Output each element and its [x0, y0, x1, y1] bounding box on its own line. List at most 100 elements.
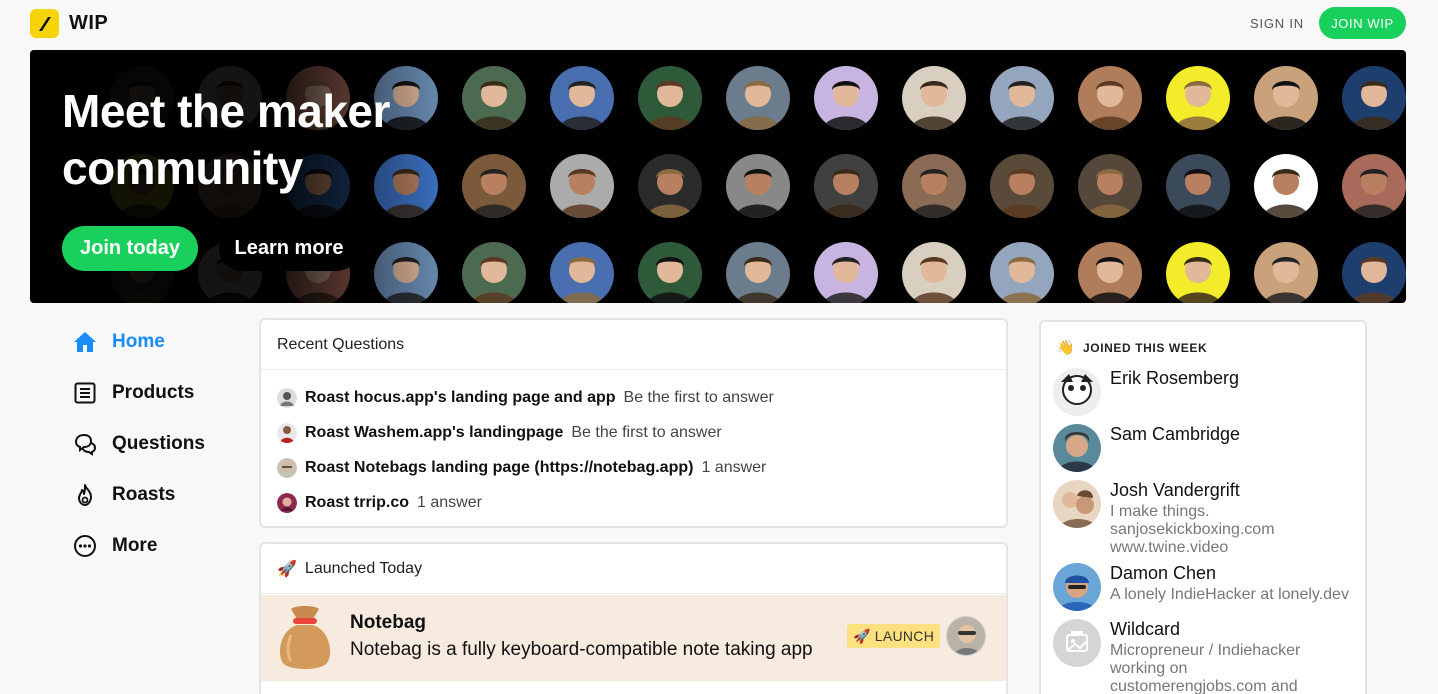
sidebar-item-more[interactable]: More — [72, 530, 242, 562]
maker-avatar[interactable] — [990, 154, 1054, 218]
user-name[interactable]: Damon Chen — [1110, 563, 1216, 584]
avatar — [1053, 480, 1101, 528]
sign-in-link[interactable]: SIGN IN — [1250, 16, 1304, 31]
sidebar-item-label: Roasts — [112, 484, 176, 505]
avatar — [1053, 424, 1101, 472]
user-name[interactable]: Josh Vandergrift — [1110, 480, 1240, 501]
avatar[interactable] — [946, 616, 986, 656]
maker-avatar[interactable] — [550, 66, 614, 130]
maker-avatar[interactable] — [1254, 242, 1318, 303]
product-description: Notebag is a fully keyboard-compatible n… — [350, 639, 813, 660]
user-name[interactable]: Wildcard — [1110, 619, 1180, 640]
maker-avatar[interactable] — [1254, 154, 1318, 218]
user-bio-line: Micropreneur / Indiehacker — [1110, 642, 1301, 659]
list-item[interactable]: Roast Notebags landing page (https://not… — [261, 450, 1006, 485]
sidebar-item-label: Questions — [112, 433, 205, 454]
maker-avatar[interactable] — [638, 242, 702, 303]
maker-avatar[interactable] — [726, 242, 790, 303]
join-today-button[interactable]: Join today — [62, 226, 198, 271]
maker-avatar[interactable] — [1078, 154, 1142, 218]
slash-icon — [38, 16, 51, 31]
avatar — [277, 387, 297, 408]
maker-avatar[interactable] — [814, 154, 878, 218]
maker-avatar[interactable] — [638, 66, 702, 130]
maker-avatar[interactable] — [902, 154, 966, 218]
user-bio-line: www.twine.video — [1110, 539, 1229, 556]
joined-heading-label: JOINED THIS WEEK — [1082, 341, 1208, 355]
sidebar-item-home[interactable]: Home — [72, 326, 242, 358]
avatar — [277, 422, 297, 443]
maker-avatar[interactable] — [550, 242, 614, 303]
more-dots-icon — [72, 533, 98, 559]
learn-more-button[interactable]: Learn more — [219, 226, 359, 271]
sidebar-item-roasts[interactable]: Roasts — [72, 479, 242, 511]
maker-avatar[interactable] — [1166, 242, 1230, 303]
list-item[interactable]: Roast trrip.co 1 answer — [261, 485, 1006, 520]
product-row[interactable]: Notebag Notebag is a fully keyboard-comp… — [261, 595, 1006, 681]
question-title[interactable]: Roast Notebags landing page (https://not… — [305, 459, 693, 477]
maker-avatar[interactable] — [462, 242, 526, 303]
maker-avatar[interactable] — [726, 154, 790, 218]
maker-avatar[interactable] — [1078, 66, 1142, 130]
maker-avatar[interactable] — [1254, 66, 1318, 130]
maker-avatar[interactable] — [902, 66, 966, 130]
question-title[interactable]: Roast trrip.co — [305, 494, 409, 512]
question-title[interactable]: Roast Washem.app's landingpage — [305, 424, 563, 442]
avatar — [1053, 619, 1101, 667]
question-list: Roast hocus.app's landing page and app B… — [261, 370, 1006, 520]
user-name[interactable]: Erik Rosemberg — [1110, 368, 1239, 389]
avatar — [277, 492, 297, 513]
question-title[interactable]: Roast hocus.app's landing page and app — [305, 389, 616, 407]
sidebar-item-products[interactable]: Products — [72, 377, 242, 409]
rocket-icon: 🚀 — [853, 627, 871, 644]
list-icon — [72, 380, 98, 406]
top-header: WIP SIGN IN JOIN WIP — [0, 0, 1438, 48]
joined-heading: 👋 JOINED THIS WEEK — [1057, 339, 1207, 356]
maker-avatar[interactable] — [1342, 154, 1406, 218]
card-heading-label: Launched Today — [304, 559, 423, 577]
maker-avatar[interactable] — [726, 66, 790, 130]
maker-avatar[interactable] — [1166, 66, 1230, 130]
brand-name[interactable]: WIP — [69, 12, 108, 35]
question-meta: Be the first to answer — [623, 388, 774, 406]
maker-avatar[interactable] — [814, 66, 878, 130]
avatar — [1053, 563, 1101, 611]
wip-logo[interactable] — [30, 9, 59, 38]
maker-avatar[interactable] — [902, 242, 966, 303]
launched-today-card: 🚀 Launched Today Notebag Notebag is a fu… — [259, 542, 1008, 694]
maker-avatar[interactable] — [462, 154, 526, 218]
avatar — [1053, 368, 1101, 416]
maker-avatar[interactable] — [814, 242, 878, 303]
hero-banner: Meet the maker community Join today Lear… — [30, 50, 1406, 303]
product-name[interactable]: Notebag — [350, 612, 426, 634]
card-heading: Recent Questions — [261, 320, 1006, 370]
joined-this-week-card: 👋 JOINED THIS WEEK Erik Rosemberg Sam Ca… — [1039, 320, 1367, 694]
launch-badge-label: LAUNCH — [874, 628, 935, 644]
launch-badge[interactable]: 🚀 LAUNCH — [847, 624, 941, 648]
sidebar-item-questions[interactable]: Questions — [72, 428, 242, 460]
bag-icon — [277, 605, 333, 676]
list-item[interactable]: Roast hocus.app's landing page and app B… — [261, 380, 1006, 415]
question-meta: 1 answer — [701, 458, 767, 476]
maker-avatar[interactable] — [990, 66, 1054, 130]
sidebar-item-label: Products — [112, 382, 195, 403]
home-icon — [72, 329, 98, 355]
maker-avatar[interactable] — [990, 242, 1054, 303]
maker-avatar[interactable] — [1342, 242, 1406, 303]
question-meta: 1 answer — [417, 493, 482, 511]
maker-avatar[interactable] — [1166, 154, 1230, 218]
join-wip-button[interactable]: JOIN WIP — [1319, 7, 1406, 39]
maker-avatar[interactable] — [1342, 66, 1406, 130]
maker-avatar[interactable] — [550, 154, 614, 218]
card-heading: 🚀 Launched Today — [261, 544, 1006, 594]
maker-avatar[interactable] — [1078, 242, 1142, 303]
list-item[interactable]: Roast Washem.app's landingpage Be the fi… — [261, 415, 1006, 450]
maker-avatar[interactable] — [638, 154, 702, 218]
user-bio: A lonely IndieHacker at lonely.dev — [1110, 586, 1360, 604]
hero-title-line-1: Meet the maker — [62, 85, 390, 137]
maker-avatar[interactable] — [462, 66, 526, 130]
user-bio-line: I make things. — [1110, 503, 1210, 520]
user-bio: Micropreneur / Indiehacker working on cu… — [1110, 642, 1360, 694]
flame-icon — [72, 482, 98, 508]
user-name[interactable]: Sam Cambridge — [1110, 424, 1240, 445]
